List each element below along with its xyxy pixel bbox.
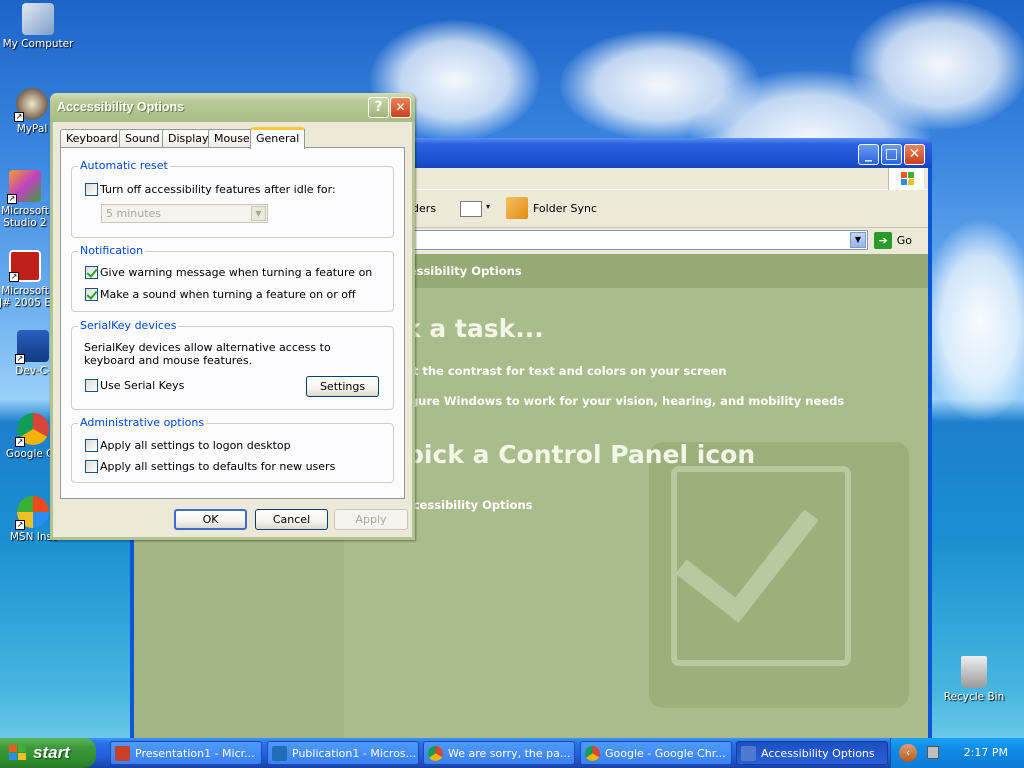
pick-a-task-heading: k a task... <box>404 314 544 343</box>
category-pane: cessibility Options k a task... st the c… <box>344 254 928 738</box>
mypal-icon: ↗ <box>14 88 48 122</box>
chrome-icon <box>428 746 443 761</box>
group-label: Notification <box>78 244 146 257</box>
close-button[interactable]: ✕ <box>904 144 925 165</box>
folder-sync-icon[interactable] <box>506 197 528 219</box>
use-serial-keys-checkbox[interactable] <box>85 379 98 392</box>
msn-butterfly-icon: ↗ <box>15 496 49 530</box>
pick-icon-heading: pick a Control Panel icon <box>406 440 756 469</box>
chrome-icon <box>585 746 600 761</box>
devcpp-icon: ↗ <box>15 330 49 364</box>
visual-studio-icon: ↗ <box>7 170 41 204</box>
vjsharp-icon: ↗ <box>9 250 41 282</box>
close-button[interactable]: ✕ <box>390 97 411 118</box>
chrome-icon: ↗ <box>15 413 49 447</box>
maximize-button[interactable]: □ <box>881 144 902 165</box>
windows-logo-icon <box>888 168 924 190</box>
publisher-icon <box>272 746 287 761</box>
cancel-button[interactable]: Cancel <box>255 509 328 530</box>
recycle-bin-icon <box>961 656 987 688</box>
clock[interactable]: 2:17 PM <box>964 746 1008 759</box>
control-panel-icon-accessibility[interactable]: ccessibility Options <box>406 498 533 512</box>
select-value: 5 minutes <box>106 207 162 220</box>
checkbox-label: Give warning message when turning a feat… <box>100 266 373 279</box>
checkbox-label: Apply all settings to logon desktop <box>100 439 291 452</box>
cloud <box>920 220 1024 420</box>
checkbox-label: Use Serial Keys <box>100 379 185 392</box>
dialog-titlebar[interactable]: Accessibility Options ? ✕ <box>50 93 415 122</box>
minimize-button[interactable]: _ <box>858 144 879 165</box>
group-label: Administrative options <box>78 416 207 429</box>
taskbar-button-label: Google - Google Chr... <box>605 747 726 760</box>
cloud <box>850 0 1024 130</box>
taskbar-button-publication[interactable]: Publication1 - Micros... <box>267 741 419 765</box>
idle-time-select: 5 minutes ▼ <box>101 204 268 223</box>
checkbox-label: Apply all settings to defaults for new u… <box>100 460 336 473</box>
taskbar: start Presentation1 - Micr... Publicatio… <box>0 738 1024 768</box>
start-button[interactable]: start <box>0 738 96 768</box>
ok-button[interactable]: OK <box>174 509 247 530</box>
accessibility-options-dialog[interactable]: Accessibility Options ? ✕ Keyboard Sound… <box>50 93 415 540</box>
tab-keyboard[interactable]: Keyboard <box>60 129 124 148</box>
go-button[interactable]: Go <box>897 234 912 247</box>
category-title: cessibility Options <box>344 254 928 288</box>
windows-flag-icon <box>9 745 27 761</box>
group-label: Automatic reset <box>78 159 170 172</box>
views-icon[interactable] <box>460 201 482 217</box>
taskbar-button-label: We are sorry, the pa... <box>448 747 571 760</box>
tab-sound[interactable]: Sound <box>119 129 166 148</box>
dialog-title: Accessibility Options <box>57 100 185 114</box>
taskbar-button-accessibility-options[interactable]: Accessibility Options <box>736 741 888 765</box>
idle-reset-checkbox[interactable] <box>85 183 98 196</box>
speaker-icon[interactable] <box>927 746 939 759</box>
general-tab-panel: Automatic reset Turn off accessibility f… <box>60 147 405 499</box>
go-arrow-icon[interactable]: ➔ <box>874 232 892 249</box>
desktop-icon-label: Recycle Bin <box>943 691 1005 703</box>
address-dropdown-icon[interactable]: ▼ <box>850 232 866 248</box>
task-link-configure-wizard[interactable]: igure Windows to work for your vision, h… <box>406 394 844 408</box>
tab-general[interactable]: General <box>250 127 306 149</box>
serialkey-group: SerialKey devices SerialKey devices allo… <box>71 319 394 410</box>
desktop-icon-recycle-bin[interactable]: Recycle Bin <box>934 656 1014 703</box>
administrative-options-group: Administrative options Apply all setting… <box>71 416 394 483</box>
system-tray: ‹ 2:17 PM <box>890 738 1024 768</box>
show-hidden-icons-button[interactable]: ‹ <box>899 744 917 762</box>
apply-logon-desktop-checkbox[interactable] <box>85 439 98 452</box>
group-label: SerialKey devices <box>78 319 179 332</box>
taskbar-button-label: Publication1 - Micros... <box>292 747 417 760</box>
checkbox-label: Turn off accessibility features after id… <box>100 183 336 196</box>
accessibility-checklist-watermark-icon <box>649 442 909 708</box>
taskbar-button-presentation[interactable]: Presentation1 - Micr... <box>110 741 262 765</box>
tab-mouse[interactable]: Mouse <box>208 129 256 148</box>
serialkey-description: SerialKey devices allow alternative acce… <box>84 341 331 367</box>
warning-message-checkbox[interactable] <box>85 266 98 279</box>
computer-icon <box>22 3 54 35</box>
desktop-icon-my-computer[interactable]: My Computer <box>0 3 78 50</box>
views-dropdown-icon[interactable]: ▾ <box>486 202 490 211</box>
automatic-reset-group: Automatic reset Turn off accessibility f… <box>71 159 394 238</box>
taskbar-button-label: Presentation1 - Micr... <box>135 747 255 760</box>
help-button[interactable]: ? <box>368 97 389 118</box>
taskbar-button-label: Accessibility Options <box>761 747 875 760</box>
task-link-contrast[interactable]: st the contrast for text and colors on y… <box>406 364 727 378</box>
sound-feedback-checkbox[interactable] <box>85 288 98 301</box>
notification-group: Notification Give warning message when t… <box>71 244 394 312</box>
taskbar-button-google-chrome[interactable]: Google - Google Chr... <box>580 741 732 765</box>
powerpoint-icon <box>115 746 130 761</box>
accessibility-options-icon <box>741 746 756 761</box>
taskbar-button-chrome-error[interactable]: We are sorry, the pa... <box>423 741 575 765</box>
start-label: start <box>33 743 70 762</box>
apply-button[interactable]: Apply <box>334 509 408 530</box>
checkbox-label: Make a sound when turning a feature on o… <box>100 288 356 301</box>
apply-new-users-checkbox[interactable] <box>85 460 98 473</box>
folder-sync-button[interactable]: Folder Sync <box>533 202 597 215</box>
chevron-down-icon: ▼ <box>251 206 266 221</box>
desktop-icon-label: My Computer <box>2 38 74 50</box>
tab-display[interactable]: Display <box>162 129 215 148</box>
serialkey-settings-button[interactable]: Settings <box>306 376 379 397</box>
